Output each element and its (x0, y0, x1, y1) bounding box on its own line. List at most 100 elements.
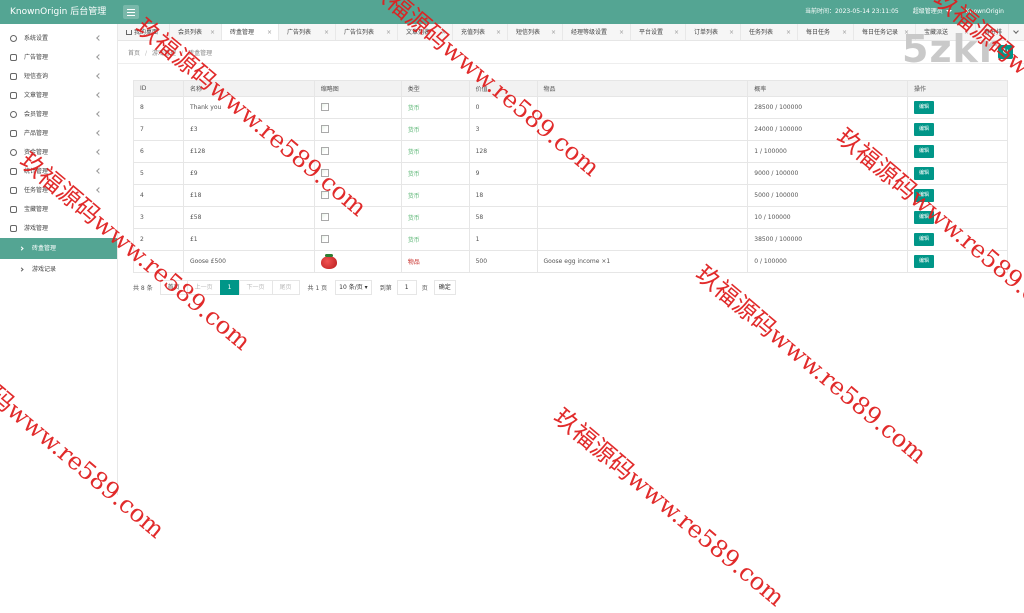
sidebar-subitem-brick-box[interactable]: 砖盒管理 (0, 238, 117, 259)
close-icon[interactable]: × (674, 24, 679, 40)
tab-my-desktop[interactable]: 我的桌面 (118, 24, 170, 40)
tab-manager-level[interactable]: 经理等级设置 × (563, 24, 631, 40)
sidebar-subitem-game-records[interactable]: 游戏记录 (0, 259, 117, 280)
tab-ad-list[interactable]: 广告列表 × (279, 24, 336, 40)
breadcrumb-current: 砖盒管理 (188, 50, 213, 57)
breadcrumb-home[interactable]: 首页 (128, 50, 140, 57)
close-icon[interactable]: × (786, 24, 791, 40)
sidebar-item-label: 游戏管理 (24, 225, 49, 232)
sidebar-item-tasks[interactable]: 任务管理 (0, 181, 117, 200)
sidebar-item-ads[interactable]: 广告管理 (0, 48, 117, 67)
sidebar: 系统设置 广告管理 短信查询 文章管理 会员管理 产品管理 资金管理 统计管理 … (0, 24, 118, 495)
breadcrumb-game-management[interactable]: 游戏管理 (152, 50, 176, 57)
menu-toggle-button[interactable] (123, 5, 139, 19)
tab-member-list[interactable]: 会员列表 × (170, 24, 222, 40)
total-count: 共 8 条 (133, 285, 153, 292)
close-icon[interactable]: × (324, 24, 329, 40)
next-page-button[interactable]: 下一页 (238, 280, 273, 295)
tab-scroll-button[interactable] (1008, 24, 1024, 40)
edit-button[interactable]: 编辑 (914, 145, 935, 158)
sidebar-item-sms[interactable]: 短信查询 (0, 67, 117, 86)
close-icon[interactable]: × (210, 24, 215, 40)
sidebar-item-label: 宝藏管理 (24, 206, 49, 213)
prev-page-button[interactable]: 上一页 (186, 280, 221, 295)
user-icon (10, 111, 17, 118)
edit-button[interactable]: 编辑 (914, 189, 935, 202)
cell-id: 4 (133, 184, 184, 207)
chevron-left-icon (96, 187, 102, 193)
sidebar-item-stats[interactable]: 统计管理 (0, 162, 117, 181)
cell-value: 58 (468, 206, 538, 229)
tab-order-list[interactable]: 订单列表 × (686, 24, 741, 40)
sidebar-item-members[interactable]: 会员管理 (0, 105, 117, 124)
refresh-button[interactable]: ↻ (998, 45, 1013, 59)
close-icon[interactable]: × (496, 24, 501, 40)
column-header-name[interactable]: 名称 (182, 80, 315, 97)
tab-ad-slot-list[interactable]: 广告位列表 × (336, 24, 398, 40)
tab-daily-task[interactable]: 每日任务 × (798, 24, 854, 40)
close-icon[interactable]: × (441, 24, 446, 40)
brand-title[interactable]: KnownOrigin 后台管理 (10, 0, 106, 24)
sidebar-item-label: 资金管理 (24, 149, 49, 156)
per-page-select[interactable]: 10 条/页 ▾ (335, 280, 372, 295)
close-icon[interactable]: × (729, 24, 734, 40)
edit-button[interactable]: 编辑 (914, 123, 935, 136)
table-row: 5 £9 货币 9 9000 / 100000 编辑 (133, 162, 1008, 185)
edit-button[interactable]: 编辑 (914, 211, 935, 224)
close-icon[interactable]: × (619, 24, 624, 40)
brick-box-table: ID 名称 缩略图 类型 价值 物品 概率 操作 8 Thank you 货币 0 28… (133, 80, 1008, 273)
sidebar-item-system-settings[interactable]: 系统设置 (0, 29, 117, 48)
home-icon (126, 30, 132, 35)
last-page-button[interactable]: 尾页 (271, 280, 300, 295)
chevron-down-icon (945, 10, 952, 13)
cell-id (133, 250, 184, 273)
column-header-item[interactable]: 物品 (536, 80, 749, 97)
tab-platform-settings[interactable]: 平台设置 × (631, 24, 686, 40)
site-name-link[interactable]: KnownOrigin (966, 0, 1004, 24)
close-icon[interactable]: × (551, 24, 556, 40)
tab-article-list[interactable]: 文章列表 × (398, 24, 453, 40)
column-header-actions[interactable]: 操作 (907, 80, 1008, 97)
edit-button[interactable]: 编辑 (914, 255, 935, 268)
close-icon[interactable]: × (842, 24, 847, 40)
chevron-right-icon (19, 246, 24, 251)
treasure-icon (10, 206, 17, 213)
cell-name: £9 (182, 162, 315, 185)
cell-actions: 编辑 (907, 206, 1008, 229)
sidebar-item-articles[interactable]: 文章管理 (0, 86, 117, 105)
close-icon[interactable]: × (386, 24, 391, 40)
close-icon[interactable]: × (267, 24, 272, 40)
cell-item (536, 140, 749, 163)
edit-button[interactable]: 编辑 (914, 101, 935, 114)
box-icon (10, 130, 17, 137)
tab-task-list[interactable]: 任务列表 × (741, 24, 798, 40)
column-header-thumbnail[interactable]: 缩略图 (313, 80, 402, 97)
edit-button[interactable]: 编辑 (914, 167, 935, 180)
sidebar-item-products[interactable]: 产品管理 (0, 124, 117, 143)
sidebar-subitem-label: 游戏记录 (32, 266, 57, 273)
cell-thumbnail (313, 162, 402, 185)
edit-button[interactable]: 编辑 (914, 233, 935, 246)
column-header-value[interactable]: 价值 (468, 80, 538, 97)
tab-brick-box[interactable]: 砖盒管理 × (222, 24, 279, 40)
cell-name: £58 (182, 206, 315, 229)
admin-menu[interactable]: 超级管理员 (913, 0, 952, 24)
sidebar-item-games[interactable]: 游戏管理 (0, 219, 117, 238)
sidebar-item-funds[interactable]: 资金管理 (0, 143, 117, 162)
cell-probability: 38500 / 100000 (747, 228, 909, 251)
tab-recharge-list[interactable]: 充值列表 × (453, 24, 508, 40)
column-header-type[interactable]: 类型 (400, 80, 470, 97)
broken-image-icon (320, 168, 329, 177)
goto-page-input[interactable]: 1 (396, 280, 417, 295)
cell-type: 货币 (400, 96, 470, 119)
first-page-button[interactable]: 首页 (159, 280, 188, 295)
sidebar-item-treasure[interactable]: 宝藏管理 (0, 200, 117, 219)
chevron-left-icon (96, 168, 102, 174)
cell-probability: 9000 / 100000 (747, 162, 909, 185)
cell-thumbnail (313, 184, 402, 207)
column-header-id[interactable]: ID (133, 80, 184, 97)
column-header-probability[interactable]: 概率 (747, 80, 909, 97)
page-1-button[interactable]: 1 (219, 280, 240, 295)
tab-sms-list[interactable]: 短信列表 × (508, 24, 563, 40)
goto-confirm-button[interactable]: 确定 (433, 280, 456, 295)
